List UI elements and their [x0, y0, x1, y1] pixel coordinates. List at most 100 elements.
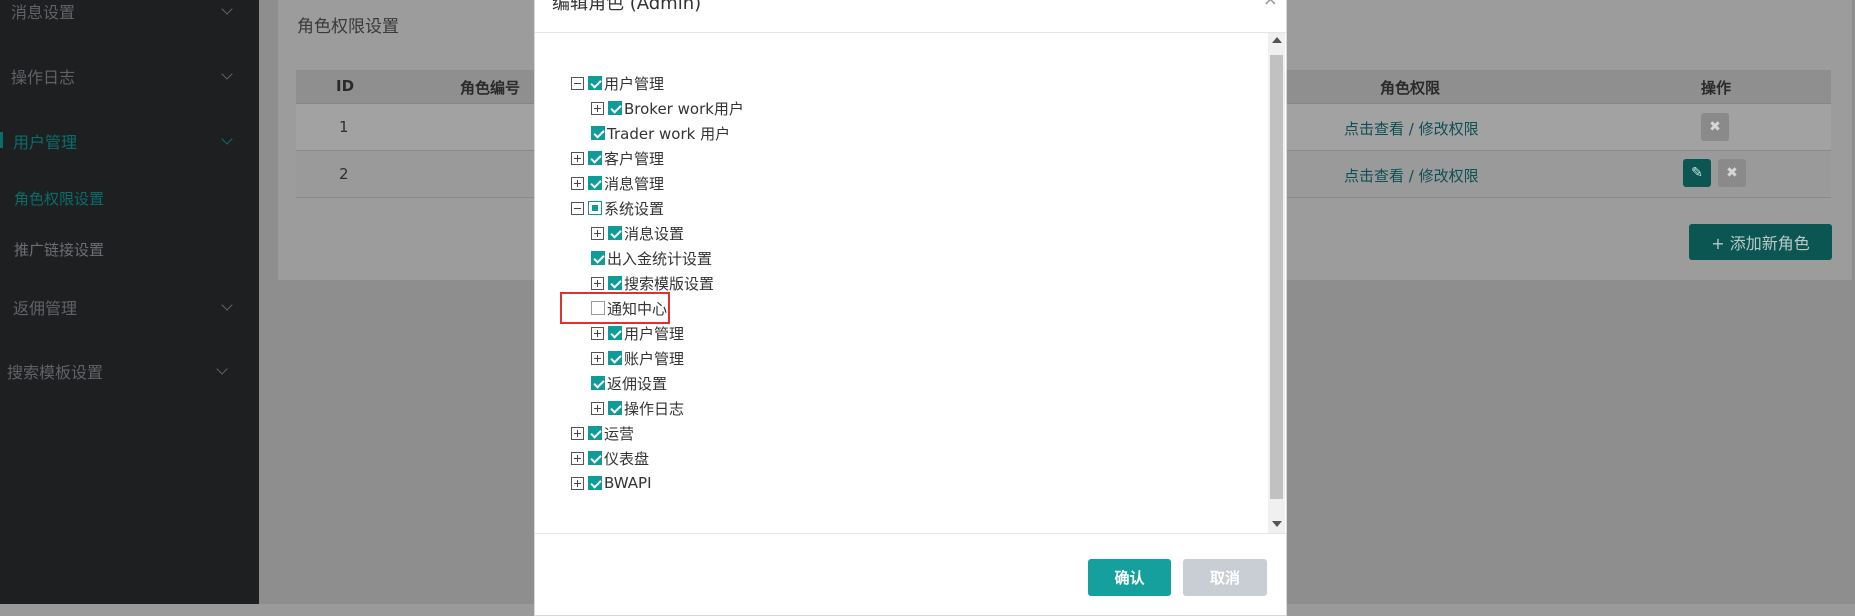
expand-icon[interactable] — [591, 276, 604, 290]
close-icon: ✖ — [1726, 165, 1738, 181]
scroll-up-icon[interactable] — [1272, 37, 1282, 43]
cell-id: 2 — [339, 165, 349, 183]
tree-node[interactable]: 出入金统计设置 — [591, 247, 712, 269]
tree-scrollbar[interactable] — [1268, 33, 1285, 533]
tree-node[interactable]: 搜索模版设置 — [591, 272, 714, 294]
chevron-down-icon — [221, 68, 233, 80]
tree-node[interactable]: Trader work 用户 — [591, 122, 730, 144]
expand-icon[interactable] — [571, 476, 584, 490]
highlight-annotation — [560, 292, 670, 324]
chevron-down-icon — [216, 363, 228, 375]
pencil-icon: ✎ — [1691, 165, 1703, 181]
tree-node-label: 用户管理 — [604, 74, 665, 93]
permission-checkbox[interactable] — [608, 326, 622, 340]
sidebar-item-rebate-management[interactable]: 返佣管理 — [0, 287, 259, 327]
delete-button[interactable]: ✖ — [1701, 113, 1729, 141]
tree-node-label: Broker work用户 — [624, 99, 744, 118]
sidebar-item-user-management[interactable]: 用户管理 — [0, 121, 259, 161]
expand-icon[interactable] — [571, 176, 584, 190]
permission-checkbox[interactable] — [608, 276, 622, 290]
sidebar-item-message-settings[interactable]: 消息设置 — [0, 0, 259, 31]
chevron-down-icon — [221, 3, 233, 15]
permission-checkbox[interactable] — [608, 226, 622, 240]
tree-node-label: BWAPI — [604, 474, 652, 492]
permission-checkbox[interactable] — [591, 126, 605, 140]
confirm-button[interactable]: 确认 — [1088, 559, 1171, 596]
tree-node-label: 仪表盘 — [604, 449, 650, 468]
expand-icon[interactable] — [571, 426, 584, 440]
tree-node[interactable]: 返佣设置 — [591, 372, 667, 394]
tree-node[interactable]: 消息设置 — [591, 222, 684, 244]
permission-checkbox[interactable] — [588, 426, 602, 440]
column-header-id: ID — [336, 77, 355, 95]
expand-icon[interactable] — [571, 451, 584, 465]
column-header-role-code: 角色编号 — [460, 79, 521, 97]
permission-checkbox[interactable] — [588, 451, 602, 465]
column-header-actions: 操作 — [1701, 79, 1732, 97]
sidebar-item-label: 角色权限设置 — [14, 189, 105, 208]
permission-checkbox[interactable] — [588, 476, 602, 490]
edit-button[interactable]: ✎ — [1683, 159, 1711, 187]
tree-node[interactable]: 操作日志 — [591, 397, 684, 419]
tree-node[interactable]: BWAPI — [571, 472, 652, 494]
tree-node[interactable]: 运营 — [571, 422, 634, 444]
tree-node[interactable]: 系统设置 — [571, 197, 664, 219]
tree-node-label: 消息设置 — [624, 224, 685, 243]
sidebar-item-operation-log[interactable]: 操作日志 — [0, 56, 259, 96]
tree-node[interactable]: 用户管理 — [571, 72, 664, 94]
tree-node-label: 搜索模版设置 — [624, 274, 715, 293]
tree-node[interactable]: 用户管理 — [591, 322, 684, 344]
tree-node[interactable]: 消息管理 — [571, 172, 664, 194]
tree-node-label: 用户管理 — [624, 324, 685, 343]
page-title: 角色权限设置 — [297, 17, 399, 37]
cell-id: 1 — [339, 118, 349, 136]
scroll-down-icon[interactable] — [1272, 521, 1282, 527]
permission-checkbox[interactable] — [588, 76, 602, 90]
tree-node-label: 系统设置 — [604, 199, 665, 218]
tree-node[interactable]: 客户管理 — [571, 147, 664, 169]
sidebar-item-promo-links[interactable]: 推广链接设置 — [0, 229, 259, 269]
collapse-icon[interactable] — [571, 76, 584, 90]
sidebar-item-label: 消息设置 — [11, 3, 76, 22]
tree-node-label: 出入金统计设置 — [607, 249, 713, 268]
permission-checkbox[interactable] — [591, 251, 605, 265]
modal-header: 编辑角色 (Admin) × — [535, 0, 1286, 33]
expand-icon[interactable] — [571, 151, 584, 165]
tree-node-label: 返佣设置 — [607, 374, 668, 393]
tree-node[interactable]: 账户管理 — [591, 347, 684, 369]
scroll-thumb[interactable] — [1270, 55, 1283, 499]
permission-checkbox[interactable] — [588, 151, 602, 165]
permission-checkbox[interactable] — [591, 376, 605, 390]
tree-node-label: 账户管理 — [624, 349, 685, 368]
tree-node-label: 操作日志 — [624, 399, 685, 418]
tree-node-label: 客户管理 — [604, 149, 665, 168]
add-role-button[interactable]: + 添加新角色 — [1689, 224, 1832, 260]
edit-permissions-link[interactable]: 点击查看 / 修改权限 — [1344, 118, 1479, 139]
tree-node[interactable]: 仪表盘 — [571, 447, 649, 469]
modal-title: 编辑角色 (Admin) — [552, 0, 702, 14]
chevron-down-icon — [221, 299, 233, 311]
permission-checkbox[interactable] — [608, 401, 622, 415]
edit-permissions-link[interactable]: 点击查看 / 修改权限 — [1344, 165, 1479, 186]
permission-checkbox[interactable] — [608, 101, 622, 115]
cancel-button[interactable]: 取消 — [1183, 559, 1267, 596]
permission-checkbox[interactable] — [608, 351, 622, 365]
expand-icon[interactable] — [591, 401, 604, 415]
permission-checkbox[interactable] — [588, 201, 602, 215]
close-icon[interactable]: × — [1263, 0, 1278, 10]
column-header-permissions: 角色权限 — [1380, 79, 1441, 97]
tree-node[interactable]: Broker work用户 — [591, 97, 744, 119]
sidebar-item-role-permissions[interactable]: 角色权限设置 — [0, 178, 259, 218]
sidebar-item-label: 返佣管理 — [13, 299, 78, 318]
delete-button[interactable]: ✖ — [1718, 159, 1746, 187]
sidebar-item-search-templates[interactable]: 搜索模板设置 — [0, 351, 259, 391]
permission-checkbox[interactable] — [588, 176, 602, 190]
collapse-icon[interactable] — [571, 201, 584, 215]
expand-icon[interactable] — [591, 101, 604, 115]
expand-icon[interactable] — [591, 326, 604, 340]
tree-node-label: 消息管理 — [604, 174, 665, 193]
tree-node-label: 运营 — [604, 424, 635, 443]
sidebar-item-label: 操作日志 — [11, 68, 76, 87]
expand-icon[interactable] — [591, 226, 604, 240]
expand-icon[interactable] — [591, 351, 604, 365]
